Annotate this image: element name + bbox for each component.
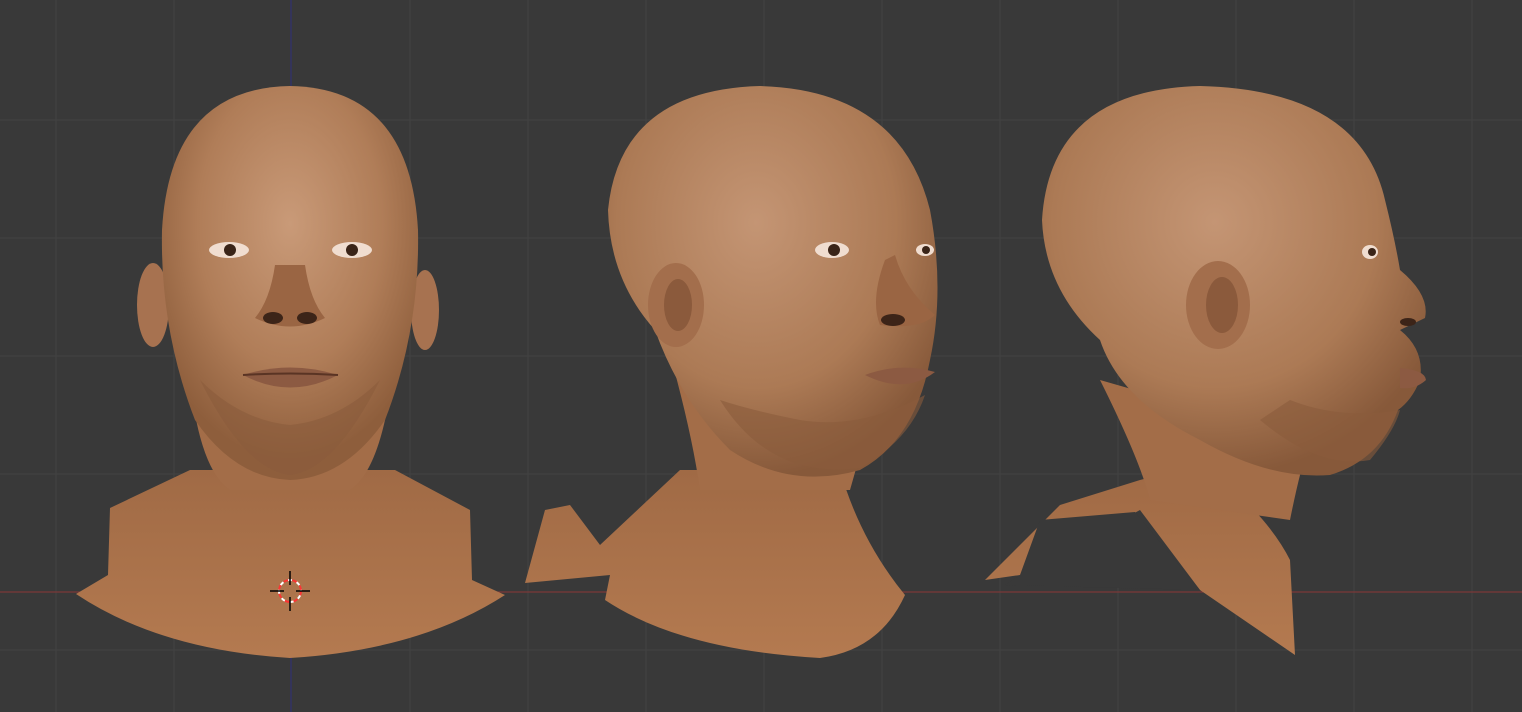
nostril-left-front bbox=[263, 312, 283, 324]
neck-front bbox=[76, 470, 505, 658]
nostril-right-front bbox=[297, 312, 317, 324]
iris-profile bbox=[1368, 248, 1376, 256]
nostril-three-quarter bbox=[881, 314, 905, 326]
viewport-canvas[interactable] bbox=[0, 0, 1522, 712]
head-profile-view[interactable] bbox=[985, 86, 1426, 655]
iris-three-quarter-near bbox=[828, 244, 840, 256]
iris-left-front bbox=[224, 244, 236, 256]
neck-three-quarter bbox=[525, 470, 905, 658]
nostril-profile bbox=[1400, 318, 1416, 326]
3d-viewport[interactable] bbox=[0, 0, 1522, 712]
iris-three-quarter-far bbox=[922, 246, 930, 254]
ear-inner-three-quarter bbox=[664, 279, 692, 331]
lips-profile bbox=[1400, 368, 1426, 389]
head-three-quarter-view[interactable] bbox=[525, 86, 938, 658]
iris-right-front bbox=[346, 244, 358, 256]
ear-inner-profile bbox=[1206, 277, 1238, 333]
